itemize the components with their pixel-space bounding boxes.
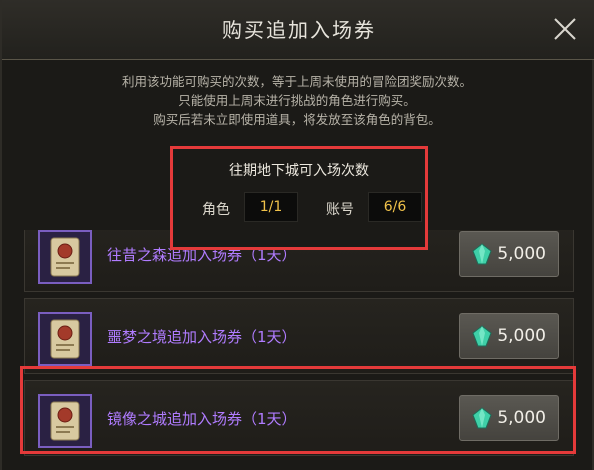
price-label: 5,000 bbox=[497, 244, 546, 264]
gem-icon bbox=[472, 243, 492, 265]
close-button[interactable] bbox=[552, 16, 578, 42]
price-label: 5,000 bbox=[497, 408, 546, 428]
info-line: 购买后若未立即使用道具，将发放至该角色的背包。 bbox=[153, 112, 441, 127]
account-count-label: 账号 bbox=[326, 202, 354, 218]
item-name: 镜像之城追加入场券（1天） bbox=[107, 410, 297, 428]
gem-icon bbox=[472, 325, 492, 347]
ticket-scroll-icon bbox=[38, 312, 92, 366]
info-line: 利用该功能可购买的次数，等于上周未使用的冒险团奖励次数。 bbox=[121, 74, 472, 89]
buy-button[interactable]: 5,000 bbox=[459, 231, 559, 277]
list-item: 镜像之城追加入场券（1天） 5,000 bbox=[24, 380, 574, 456]
buy-button[interactable]: 5,000 bbox=[459, 395, 559, 441]
account-count-value: 6/6 bbox=[368, 192, 422, 222]
info-text: 利用该功能可购买的次数，等于上周未使用的冒险团奖励次数。 只能使用上周末进行挑战… bbox=[2, 72, 592, 129]
buy-button[interactable]: 5,000 bbox=[459, 313, 559, 359]
ticket-scroll-icon bbox=[38, 394, 92, 448]
ticket-scroll-icon bbox=[38, 230, 92, 284]
ticket-list[interactable]: 往昔之森追加入场券（1天） 5,000 噩梦之境追加入场券（1天） 5,000 … bbox=[24, 230, 574, 470]
item-name: 噩梦之境追加入场券（1天） bbox=[107, 328, 297, 346]
dialog-header: 购买追加入场券 bbox=[2, 0, 594, 60]
list-item: 噩梦之境追加入场券（1天） 5,000 bbox=[24, 298, 574, 374]
gem-icon bbox=[472, 407, 492, 429]
price-label: 5,000 bbox=[497, 326, 546, 346]
character-count-label: 角色 bbox=[202, 202, 230, 218]
dialog-title: 购买追加入场券 bbox=[222, 18, 376, 42]
character-count-value: 1/1 bbox=[244, 192, 298, 222]
info-line: 只能使用上周末进行挑战的角色进行购买。 bbox=[178, 93, 416, 108]
close-icon bbox=[554, 18, 576, 40]
entry-count-title: 往期地下城可入场次数 bbox=[229, 163, 369, 179]
entry-count-panel: 往期地下城可入场次数 角色 1/1 账号 6/6 bbox=[172, 148, 426, 248]
purchase-dialog: 购买追加入场券 利用该功能可购买的次数，等于上周未使用的冒险团奖励次数。 只能使… bbox=[0, 0, 594, 470]
